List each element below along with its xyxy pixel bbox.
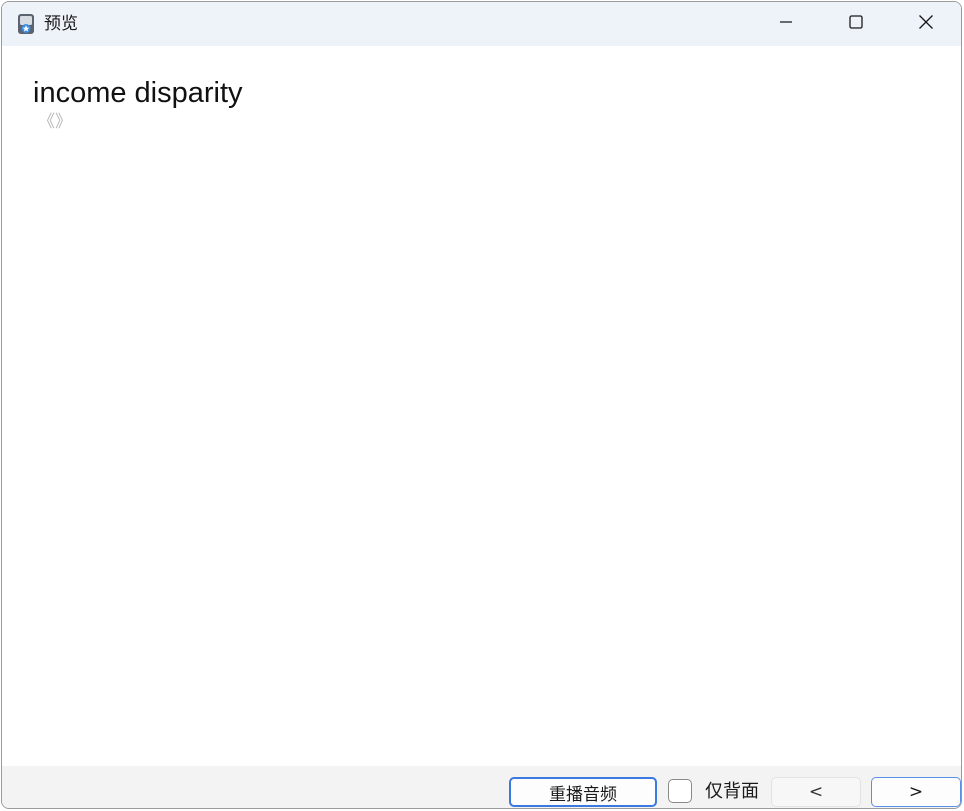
maximize-button[interactable] (821, 2, 891, 46)
maximize-icon (848, 14, 864, 34)
title-bar[interactable]: 预览 (2, 2, 961, 46)
back-only-label[interactable]: 仅背面 (705, 780, 759, 804)
window-title: 预览 (44, 14, 78, 34)
card-preview-area: income disparity 《》 (2, 46, 961, 766)
bottom-toolbar: 重播音频 仅背面 < > (2, 766, 961, 808)
replay-audio-button[interactable]: 重播音频 (509, 777, 657, 807)
close-button[interactable] (891, 2, 961, 46)
next-button[interactable]: > (871, 777, 961, 807)
minimize-button[interactable] (751, 2, 821, 46)
card-word: income disparity (33, 77, 243, 109)
card-phonetic: 《》 (38, 112, 72, 132)
preview-window: 预览 income disparity 《》 重播音频 仅背面 < > (1, 1, 962, 809)
previous-button[interactable]: < (771, 777, 861, 807)
app-icon (16, 13, 36, 35)
minimize-icon (778, 14, 794, 34)
back-only-checkbox[interactable] (668, 779, 692, 803)
close-icon (918, 14, 934, 34)
